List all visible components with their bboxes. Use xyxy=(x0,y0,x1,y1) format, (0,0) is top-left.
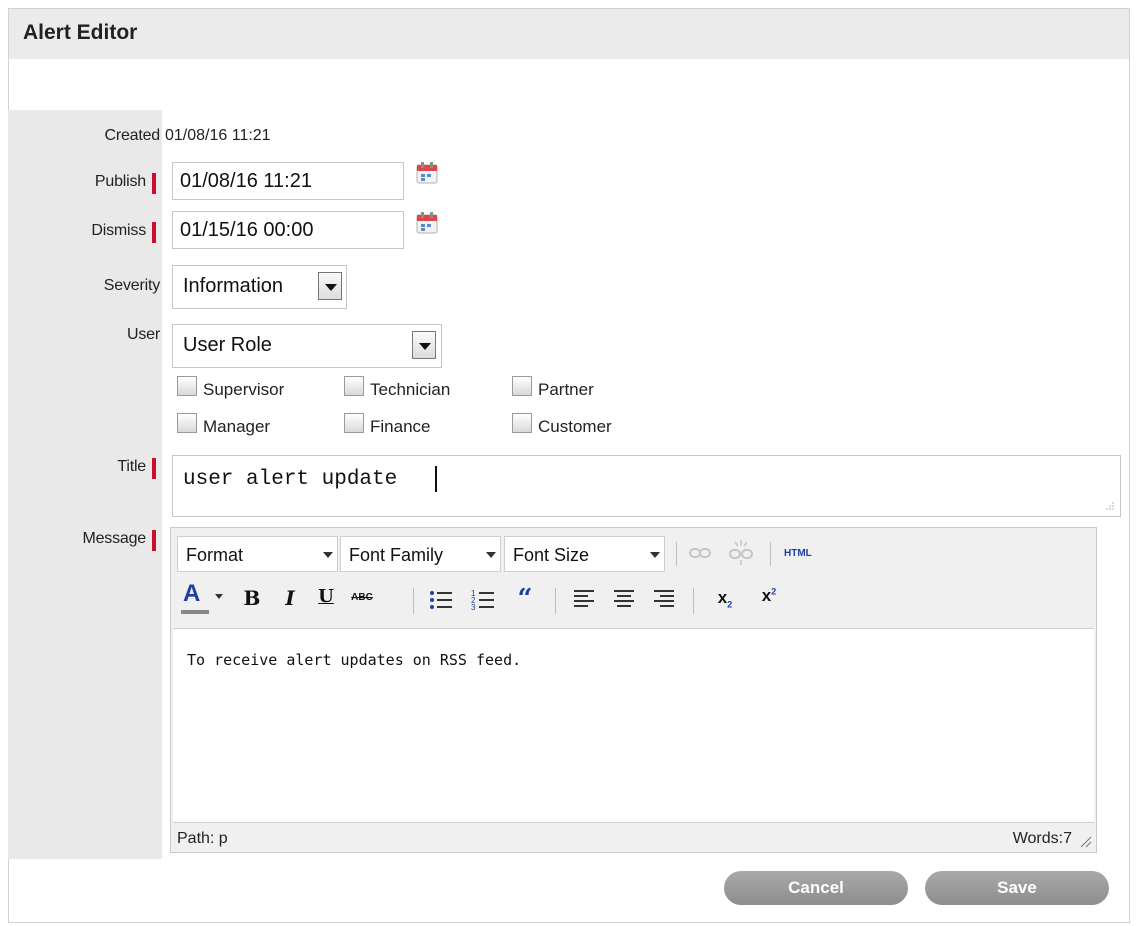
underline-icon[interactable]: U xyxy=(315,586,337,607)
font-family-dropdown[interactable]: Font Family xyxy=(340,536,501,572)
chevron-down-icon xyxy=(323,552,333,558)
checkbox-icon[interactable] xyxy=(344,376,364,396)
toolbar-separator xyxy=(770,542,771,566)
calendar-icon[interactable] xyxy=(416,212,438,234)
chevron-down-icon[interactable] xyxy=(318,272,342,300)
numbered-list-icon[interactable]: 1 2 3 xyxy=(471,588,495,612)
font-size-dropdown-label: Font Size xyxy=(513,545,590,565)
text-color-button[interactable]: A xyxy=(181,580,209,618)
chevron-down-icon[interactable] xyxy=(412,331,436,359)
editor-path: Path: p xyxy=(177,830,228,847)
html-source-button[interactable]: HTML xyxy=(784,548,812,559)
toolbar-separator xyxy=(676,542,677,566)
severity-value: Information xyxy=(183,275,284,297)
chevron-down-icon xyxy=(486,552,496,558)
align-right-icon[interactable] xyxy=(653,588,675,610)
title-input[interactable]: user alert update xyxy=(172,455,1121,517)
toolbar-separator xyxy=(693,588,694,614)
severity-select[interactable]: Information xyxy=(172,265,347,309)
toolbar-separator xyxy=(413,588,414,614)
toolbar-separator xyxy=(555,588,556,614)
align-left-icon[interactable] xyxy=(573,588,595,610)
role-label: Customer xyxy=(538,417,612,436)
rich-text-editor[interactable]: Format Font Family Font Size HTML A B I … xyxy=(170,527,1097,853)
severity-label: Severity xyxy=(103,277,160,294)
italic-icon[interactable]: I xyxy=(279,586,301,610)
checkbox-icon[interactable] xyxy=(177,376,197,396)
format-dropdown[interactable]: Format xyxy=(177,536,338,572)
resize-handle-icon[interactable] xyxy=(1078,834,1092,848)
calendar-icon[interactable] xyxy=(416,162,438,184)
resize-grip-icon[interactable] xyxy=(1106,502,1114,510)
checkbox-icon[interactable] xyxy=(344,413,364,433)
strikethrough-icon[interactable]: ABC xyxy=(347,592,377,603)
user-select[interactable]: User Role xyxy=(172,324,442,368)
title-value: user alert update xyxy=(183,468,398,491)
font-family-dropdown-label: Font Family xyxy=(349,545,444,565)
role-label: Partner xyxy=(538,380,594,399)
color-swatch xyxy=(181,610,209,614)
page-title: Alert Editor xyxy=(23,21,138,44)
font-size-dropdown[interactable]: Font Size xyxy=(504,536,665,572)
message-label: Message xyxy=(46,530,156,551)
user-value: User Role xyxy=(183,334,272,356)
chevron-down-icon[interactable] xyxy=(215,594,223,599)
created-label: Created xyxy=(104,127,160,144)
bold-icon[interactable]: B xyxy=(241,586,263,610)
role-label: Finance xyxy=(370,417,431,436)
dismiss-label: Dismiss xyxy=(70,222,156,243)
superscript-icon[interactable]: x2 xyxy=(755,586,783,606)
blockquote-icon[interactable]: “ xyxy=(513,584,537,614)
subscript-icon[interactable]: x2 xyxy=(711,588,739,609)
publish-label: Publish xyxy=(70,173,156,194)
chevron-down-icon xyxy=(650,552,660,558)
publish-date-input[interactable]: 01/08/16 11:21 xyxy=(172,162,404,200)
bullet-list-icon[interactable] xyxy=(429,588,453,612)
role-label: Technician xyxy=(370,380,451,399)
created-value: 01/08/16 11:21 xyxy=(165,127,271,144)
user-label: User xyxy=(127,326,160,343)
font-color-icon: A xyxy=(183,580,201,607)
checkbox-icon[interactable] xyxy=(512,413,532,433)
title-label: Title xyxy=(70,458,156,479)
svg-text:3: 3 xyxy=(471,603,476,612)
unlink-icon[interactable] xyxy=(729,538,753,566)
cancel-button[interactable]: Cancel xyxy=(724,871,908,905)
word-count: Words:7 xyxy=(1012,830,1072,847)
dismiss-date-input[interactable]: 01/15/16 00:00 xyxy=(172,211,404,249)
align-center-icon[interactable] xyxy=(613,588,635,610)
link-icon[interactable] xyxy=(689,546,711,560)
role-label: Supervisor xyxy=(203,380,285,399)
role-label: Manager xyxy=(203,417,271,436)
save-button[interactable]: Save xyxy=(925,871,1109,905)
checkbox-icon[interactable] xyxy=(512,376,532,396)
editor-content-area[interactable]: To receive alert updates on RSS feed. xyxy=(173,628,1094,823)
checkbox-icon[interactable] xyxy=(177,413,197,433)
format-dropdown-label: Format xyxy=(186,545,244,565)
panel-header: Alert Editor xyxy=(9,9,1129,59)
message-content: To receive alert updates on RSS feed. xyxy=(187,651,522,669)
text-caret xyxy=(435,466,437,492)
